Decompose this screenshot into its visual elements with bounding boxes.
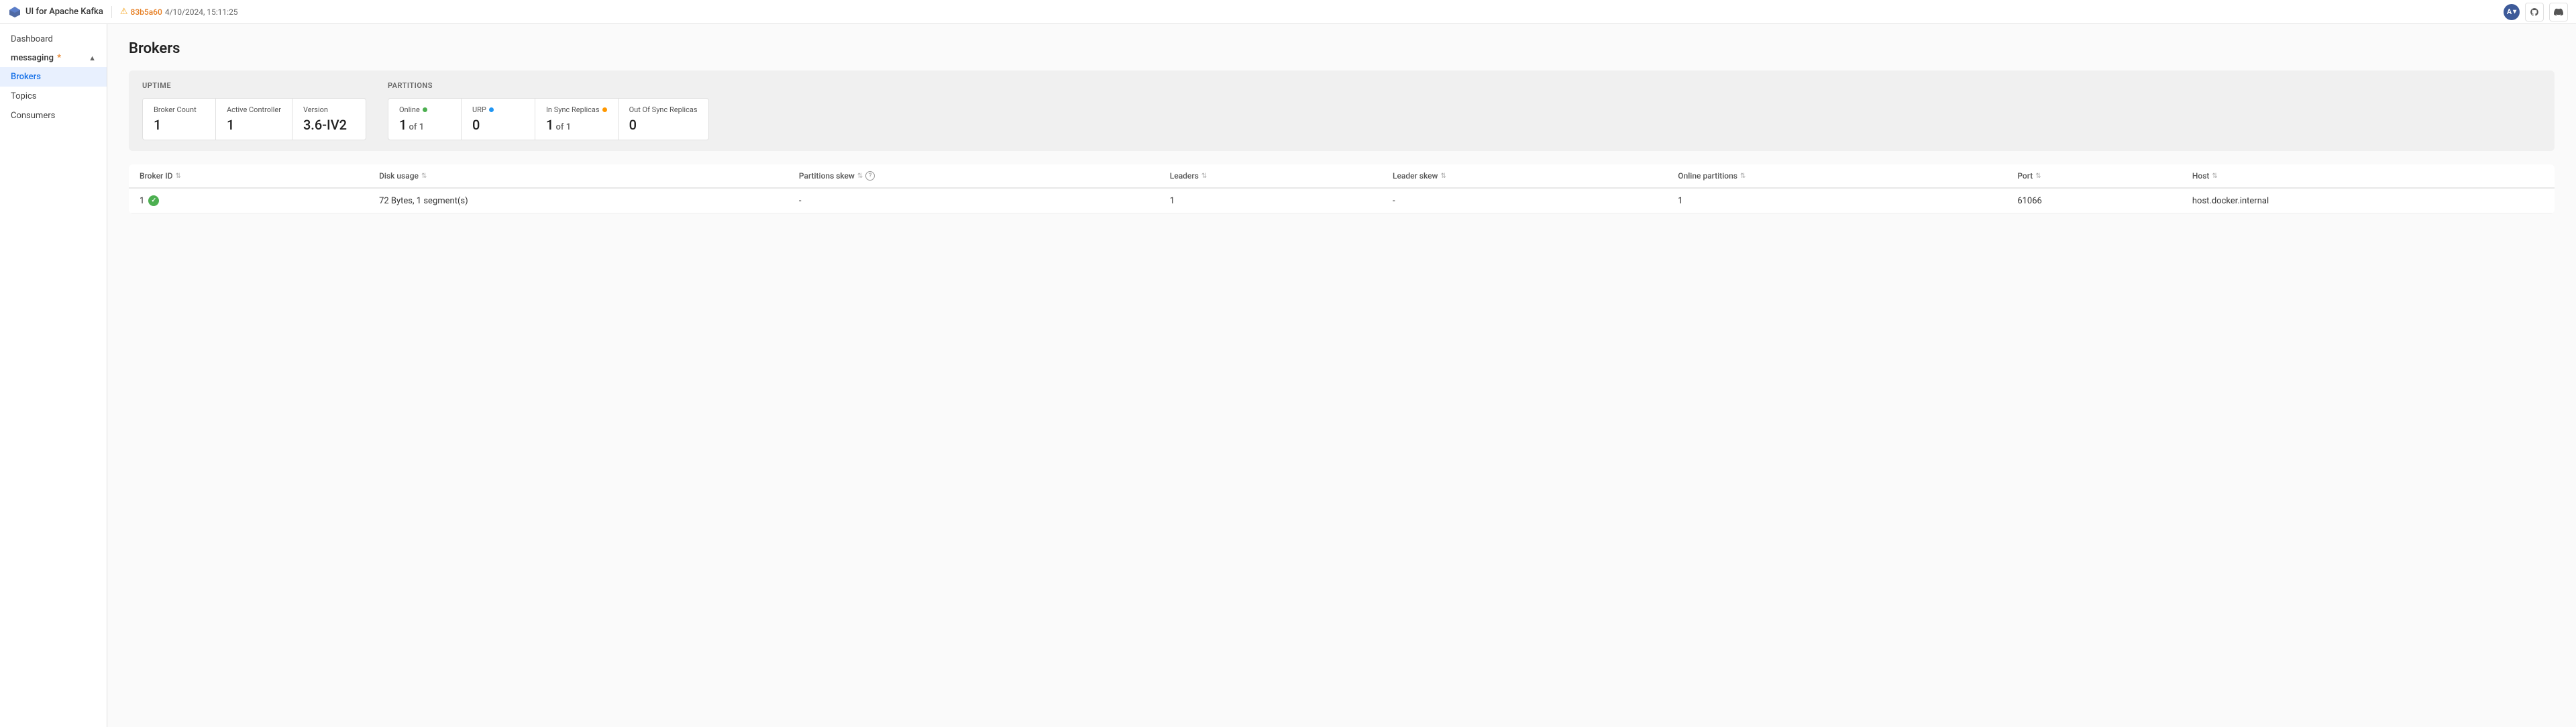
cell-broker-id: 1	[129, 188, 368, 213]
stat-value-version: 3.6-IV2	[303, 117, 355, 133]
broker-status-dot	[148, 195, 159, 206]
sort-icon-leaders: ⇅	[1201, 173, 1207, 180]
col-leader-skew[interactable]: Leader skew ⇅	[1382, 164, 1667, 188]
cell-online-partitions: 1	[1667, 188, 2006, 213]
chevron-up-icon: ▲	[89, 54, 96, 62]
topbar: UI for Apache Kafka ⚠ 83b5a60 4/10/2024,…	[0, 0, 2576, 24]
col-port[interactable]: Port ⇅	[2006, 164, 2182, 188]
sidebar-item-dashboard[interactable]: Dashboard	[0, 30, 107, 49]
table-row[interactable]: 1 72 Bytes, 1 segment(s) - 1 - 1 61066 h…	[129, 188, 2555, 213]
stats-separator	[366, 81, 388, 140]
stat-label-active-controller: Active Controller	[227, 105, 281, 114]
brokers-table-container: Broker ID ⇅ Disk usage ⇅	[129, 164, 2555, 213]
topbar-right: A ▾	[2504, 3, 2568, 21]
timestamp: 4/10/2024, 15:11:25	[165, 7, 238, 17]
table-header: Broker ID ⇅ Disk usage ⇅	[129, 164, 2555, 188]
partitions-group-title: Partitions	[388, 81, 709, 90]
stat-card-online: Online 1 of 1	[388, 98, 462, 140]
online-dot	[423, 107, 427, 112]
stat-card-urp: URP 0	[462, 98, 535, 140]
stat-label-online: Online	[399, 105, 450, 114]
main-content: Brokers Uptime Broker Count 1 Active Con…	[107, 24, 2576, 727]
sidebar-item-topics[interactable]: Topics	[0, 87, 107, 106]
sort-icon-broker-id: ⇅	[176, 173, 181, 180]
sidebar-section-messaging[interactable]: messaging * ▲	[0, 49, 107, 67]
stat-value-out-of-sync: 0	[629, 117, 698, 133]
sort-icon-host: ⇅	[2212, 173, 2217, 180]
avatar[interactable]: A ▾	[2504, 4, 2520, 20]
brokers-table: Broker ID ⇅ Disk usage ⇅	[129, 164, 2555, 213]
stats-sections: Uptime Broker Count 1 Active Controller …	[142, 81, 2541, 140]
col-online-partitions[interactable]: Online partitions ⇅	[1667, 164, 2006, 188]
stat-card-in-sync: In Sync Replicas 1 of 1	[535, 98, 619, 140]
sort-icon-partitions-skew: ⇅	[857, 173, 863, 180]
stat-label-out-of-sync: Out Of Sync Replicas	[629, 105, 698, 114]
uptime-group-title: Uptime	[142, 81, 366, 90]
partitions-group: Partitions Online 1 of 1	[388, 81, 709, 140]
sort-icon-leader-skew: ⇅	[1440, 173, 1446, 180]
page-title: Brokers	[129, 40, 2555, 57]
col-host[interactable]: Host ⇅	[2182, 164, 2555, 188]
stat-card-out-of-sync: Out Of Sync Replicas 0	[619, 98, 709, 140]
col-leaders[interactable]: Leaders ⇅	[1159, 164, 1382, 188]
sort-icon-disk-usage: ⇅	[421, 173, 427, 180]
stat-value-active-controller: 1	[227, 117, 281, 133]
in-sync-dot	[602, 107, 607, 112]
stat-label-in-sync: In Sync Replicas	[546, 105, 607, 114]
partitions-cards: Online 1 of 1 URP 0	[388, 98, 709, 140]
uptime-group: Uptime Broker Count 1 Active Controller …	[142, 81, 366, 140]
cell-leaders: 1	[1159, 188, 1382, 213]
topbar-alert: ⚠ 83b5a60 4/10/2024, 15:11:25	[120, 7, 238, 17]
sidebar-section-label: messaging *	[11, 53, 61, 63]
sidebar: Dashboard messaging * ▲ Brokers Topics C…	[0, 24, 107, 727]
cell-host: host.docker.internal	[2182, 188, 2555, 213]
table-header-row: Broker ID ⇅ Disk usage ⇅	[129, 164, 2555, 188]
stat-label-version: Version	[303, 105, 355, 114]
stat-card-active-controller: Active Controller 1	[216, 98, 292, 140]
sidebar-item-consumers[interactable]: Consumers	[0, 106, 107, 126]
stat-card-broker-count: Broker Count 1	[142, 98, 216, 140]
stat-value-broker-count: 1	[154, 117, 205, 133]
cell-port: 61066	[2006, 188, 2182, 213]
stats-panel: Uptime Broker Count 1 Active Controller …	[129, 70, 2555, 151]
discord-icon-btn[interactable]	[2549, 3, 2568, 21]
stat-label-urp: URP	[472, 105, 524, 114]
stat-value-in-sync: 1 of 1	[546, 117, 607, 133]
col-disk-usage[interactable]: Disk usage ⇅	[368, 164, 788, 188]
alert-icon: ⚠	[120, 7, 128, 17]
sidebar-item-brokers[interactable]: Brokers	[0, 67, 107, 87]
app-logo: UI for Apache Kafka	[8, 5, 103, 19]
github-icon-btn[interactable]	[2525, 3, 2544, 21]
commit-hash[interactable]: 83b5a60	[131, 7, 162, 17]
app-name: UI for Apache Kafka	[25, 7, 103, 17]
sort-icon-online-partitions: ⇅	[1740, 173, 1746, 180]
stat-value-online: 1 of 1	[399, 117, 450, 133]
urp-dot	[489, 107, 494, 112]
cell-partitions-skew: -	[788, 188, 1159, 213]
col-partitions-skew[interactable]: Partitions skew ⇅ ?	[788, 164, 1159, 188]
uptime-cards: Broker Count 1 Active Controller 1 Versi…	[142, 98, 366, 140]
cell-disk-usage: 72 Bytes, 1 segment(s)	[368, 188, 788, 213]
sort-icon-port: ⇅	[2035, 173, 2041, 180]
stat-card-version: Version 3.6-IV2	[292, 98, 366, 140]
col-broker-id[interactable]: Broker ID ⇅	[129, 164, 368, 188]
stat-label-broker-count: Broker Count	[154, 105, 205, 114]
layout: Dashboard messaging * ▲ Brokers Topics C…	[0, 24, 2576, 727]
help-icon-partitions-skew: ?	[865, 171, 875, 181]
topbar-divider	[111, 6, 112, 18]
table-body: 1 72 Bytes, 1 segment(s) - 1 - 1 61066 h…	[129, 188, 2555, 213]
stat-value-urp: 0	[472, 117, 524, 133]
cell-leader-skew: -	[1382, 188, 1667, 213]
